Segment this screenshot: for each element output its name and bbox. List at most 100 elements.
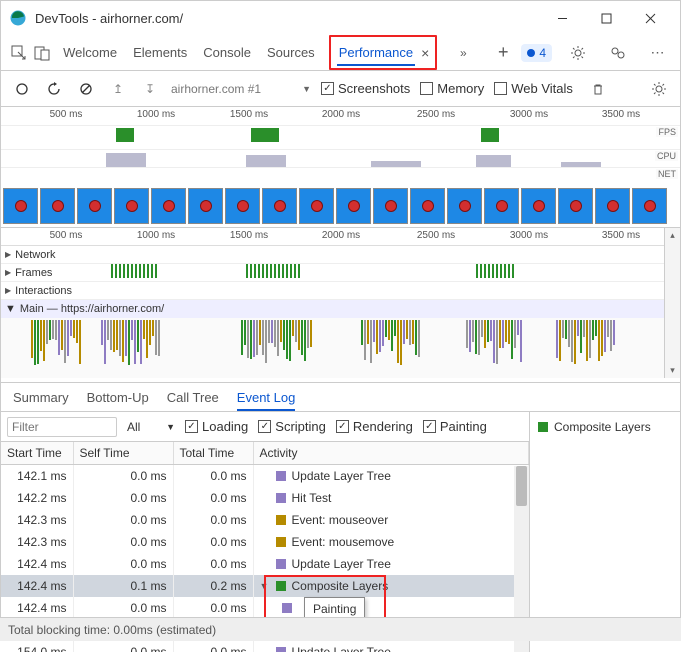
chk-scripting[interactable]: Scripting [258, 419, 326, 434]
overview-timeline[interactable]: 500 ms1000 ms1500 ms2000 ms2500 ms3000 m… [1, 107, 680, 125]
tab-console[interactable]: Console [201, 39, 253, 66]
maximize-button[interactable] [594, 6, 618, 30]
screenshot-thumb[interactable] [632, 188, 667, 224]
col-start[interactable]: Start Time [1, 442, 73, 465]
table-row[interactable]: 142.4 ms0.0 ms0.0 msUpdate Layer Tree [1, 553, 529, 575]
close-tab-icon[interactable]: × [421, 45, 429, 61]
perf-toolbar: ↥ ↧ airhorner.com #1▼ Screenshots Memory… [1, 71, 680, 107]
device-toolbar-icon[interactable] [32, 39, 51, 67]
webvitals-label: Web Vitals [511, 81, 573, 96]
table-row[interactable]: 142.1 ms0.0 ms0.0 msUpdate Layer Tree [1, 465, 529, 488]
chk-rendering-label: Rendering [353, 419, 413, 434]
track-network-label: Network [15, 249, 55, 261]
memory-checkbox[interactable]: Memory [420, 81, 484, 96]
tab-bottomup[interactable]: Bottom-Up [87, 390, 149, 411]
window-titlebar: DevTools - airhorner.com/ [1, 1, 680, 35]
table-row[interactable]: 142.3 ms0.0 ms0.0 msEvent: mousemove [1, 531, 529, 553]
cpu-track[interactable]: CPU [1, 149, 680, 167]
kebab-icon[interactable]: ⋯ [644, 39, 672, 67]
inspect-icon[interactable] [9, 39, 28, 67]
frames-row[interactable] [1, 264, 664, 280]
screenshot-thumb[interactable] [262, 188, 297, 224]
col-self[interactable]: Self Time [73, 442, 173, 465]
filter-scope-select[interactable]: All▼ [127, 420, 175, 434]
chk-rendering[interactable]: Rendering [336, 419, 413, 434]
net-track[interactable]: NET [1, 167, 680, 185]
screenshot-thumb[interactable] [299, 188, 334, 224]
col-activity[interactable]: Activity [253, 442, 529, 465]
table-row[interactable]: 142.4 ms0.0 ms0.0 ms [1, 597, 529, 619]
screenshot-thumb[interactable] [40, 188, 75, 224]
track-network[interactable]: ▶Network [1, 246, 664, 264]
flame-timeline[interactable]: 500 ms1000 ms1500 ms2000 ms2500 ms3000 m… [1, 228, 664, 246]
issues-badge[interactable]: 4 [521, 44, 552, 62]
memory-label: Memory [437, 81, 484, 96]
minimize-button[interactable] [550, 6, 574, 30]
chk-painting[interactable]: Painting [423, 419, 487, 434]
table-row[interactable]: 154.0 ms0.0 ms0.0 msUpdate Layer Tree [1, 641, 529, 652]
main-flames[interactable] [1, 318, 664, 378]
detail-tabs: Summary Bottom-Up Call Tree Event Log [1, 382, 680, 412]
table-row[interactable]: 142.2 ms0.0 ms0.0 msHit Test [1, 487, 529, 509]
tab-performance[interactable]: Performance [337, 39, 415, 66]
screenshot-thumb[interactable] [114, 188, 149, 224]
time-tick: 3500 ms [602, 230, 640, 241]
screenshot-thumb[interactable] [410, 188, 445, 224]
record-icon[interactable] [11, 78, 33, 100]
screenshot-thumb[interactable] [447, 188, 482, 224]
screenshot-thumb[interactable] [188, 188, 223, 224]
cpu-label: CPU [655, 151, 678, 161]
feedback-icon[interactable] [604, 39, 632, 67]
fps-track[interactable]: FPS [1, 125, 680, 149]
track-interactions[interactable]: ▶Interactions [1, 282, 664, 300]
clear-icon[interactable] [75, 78, 97, 100]
screenshot-thumb[interactable] [77, 188, 112, 224]
status-bar: Total blocking time: 0.00ms (estimated) [0, 617, 681, 641]
perf-settings-icon[interactable] [648, 78, 670, 100]
screenshot-thumb[interactable] [595, 188, 630, 224]
edge-icon [9, 9, 27, 27]
webvitals-checkbox[interactable]: Web Vitals [494, 81, 573, 96]
screenshot-thumb[interactable] [484, 188, 519, 224]
time-tick: 1000 ms [137, 230, 175, 241]
table-row[interactable]: 142.3 ms0.0 ms0.0 msEvent: mouseover [1, 509, 529, 531]
col-total[interactable]: Total Time [173, 442, 253, 465]
tab-elements[interactable]: Elements [131, 39, 189, 66]
chk-loading[interactable]: Loading [185, 419, 248, 434]
screenshots-row[interactable] [1, 185, 680, 227]
screenshot-thumb[interactable] [151, 188, 186, 224]
tab-welcome[interactable]: Welcome [61, 39, 119, 66]
screenshot-thumb[interactable] [521, 188, 556, 224]
chk-scripting-label: Scripting [275, 419, 326, 434]
recording-select[interactable]: airhorner.com #1▼ [171, 82, 311, 96]
tab-sources[interactable]: Sources [265, 39, 317, 66]
screenshot-thumb[interactable] [225, 188, 260, 224]
tab-summary[interactable]: Summary [13, 390, 69, 411]
tab-calltree[interactable]: Call Tree [167, 390, 219, 411]
filter-bar: All▼ Loading Scripting Rendering Paintin… [1, 412, 529, 442]
track-main[interactable]: ▼Main — https://airhorner.com/ [1, 300, 664, 318]
time-tick: 1000 ms [137, 109, 175, 120]
time-tick: 3500 ms [602, 109, 640, 120]
screenshot-thumb[interactable] [336, 188, 371, 224]
screenshot-thumb[interactable] [3, 188, 38, 224]
screenshot-thumb[interactable] [558, 188, 593, 224]
filter-all-label: All [127, 420, 140, 434]
reload-icon[interactable] [43, 78, 65, 100]
table-row[interactable]: 142.4 ms0.1 ms0.2 ms▼Composite Layers [1, 575, 529, 597]
screenshots-label: Screenshots [338, 81, 410, 96]
tab-eventlog[interactable]: Event Log [237, 390, 296, 411]
settings-icon[interactable] [564, 39, 592, 67]
more-tabs-icon[interactable]: » [449, 39, 477, 67]
detail-sidebar: Composite Layers [530, 412, 680, 652]
filter-input[interactable] [7, 417, 117, 437]
flame-scrollbar[interactable]: ▴▾ [664, 228, 680, 378]
trash-icon[interactable] [587, 78, 609, 100]
close-button[interactable] [638, 6, 662, 30]
screenshots-checkbox[interactable]: Screenshots [321, 81, 410, 96]
download-icon[interactable]: ↧ [139, 78, 161, 100]
detail-panel: All▼ Loading Scripting Rendering Paintin… [1, 412, 680, 652]
add-tab-icon[interactable]: + [489, 39, 517, 67]
screenshot-thumb[interactable] [373, 188, 408, 224]
upload-icon[interactable]: ↥ [107, 78, 129, 100]
